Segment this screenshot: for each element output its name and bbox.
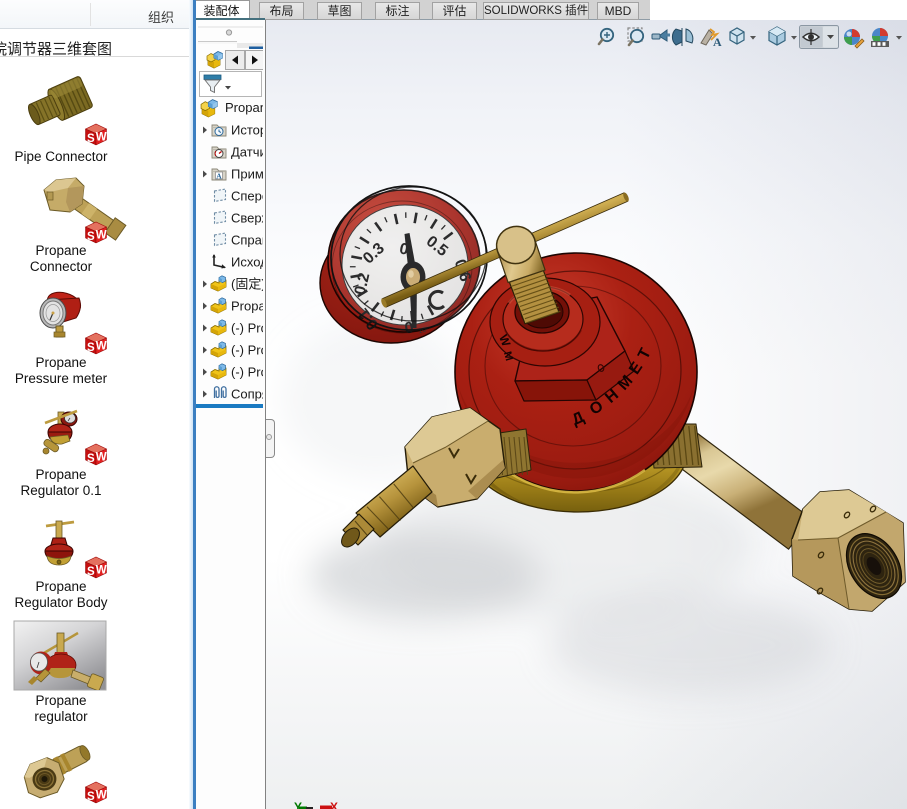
svg-text:Датчики: Датчики [231, 145, 263, 160]
svg-text:Pipe Connector: Pipe Connector [14, 149, 108, 164]
svg-text:S: S [87, 133, 95, 145]
svg-text:W: W [96, 452, 107, 464]
svg-text:Сверху: Сверху [231, 211, 263, 226]
svg-text:История: История [231, 123, 263, 138]
svg-text:(-) Propane: (-) Propane [231, 365, 263, 380]
svg-text:(-) Propane: (-) Propane [231, 321, 263, 336]
svg-text:regulator: regulator [34, 709, 88, 724]
svg-text:S: S [87, 791, 95, 803]
svg-text:Сопряжени: Сопряжени [231, 387, 263, 402]
svg-text:W: W [96, 790, 107, 802]
svg-text:A: A [216, 172, 222, 181]
svg-text:Regulator 0.1: Regulator 0.1 [20, 483, 101, 498]
svg-text:Regulator Body: Regulator Body [14, 595, 107, 610]
svg-text:W: W [96, 341, 107, 353]
svg-text:Спереди: Спереди [231, 189, 263, 204]
svg-text:S: S [87, 342, 95, 354]
svg-text:Propane: Propane [35, 355, 86, 370]
svg-text:Исходная то: Исходная то [231, 255, 263, 270]
svg-text:Pressure meter: Pressure meter [15, 371, 108, 386]
svg-text:Примечания: Примечания [231, 167, 263, 182]
svg-text:Propane Re: Propane Re [231, 299, 263, 314]
svg-text:S: S [87, 453, 95, 465]
svg-text:Propane: Propane [35, 579, 86, 594]
svg-text:Connector: Connector [30, 259, 93, 274]
svg-text:Справа: Справа [231, 233, 263, 248]
svg-text:S: S [87, 231, 95, 243]
svg-text:A: A [713, 35, 722, 49]
svg-text:W: W [96, 132, 107, 144]
svg-text:(固定) Prop: (固定) Prop [231, 277, 263, 292]
svg-text:W: W [96, 230, 107, 242]
svg-text:Propane: Propane [35, 243, 86, 258]
svg-text:Propan: Propan [225, 100, 263, 115]
svg-text:Propane: Propane [35, 467, 86, 482]
svg-text:W: W [96, 565, 107, 577]
svg-text:X: X [330, 800, 338, 809]
svg-text:S: S [87, 566, 95, 578]
svg-text:(-) Propane: (-) Propane [231, 343, 263, 358]
svg-text:Propane: Propane [35, 693, 86, 708]
